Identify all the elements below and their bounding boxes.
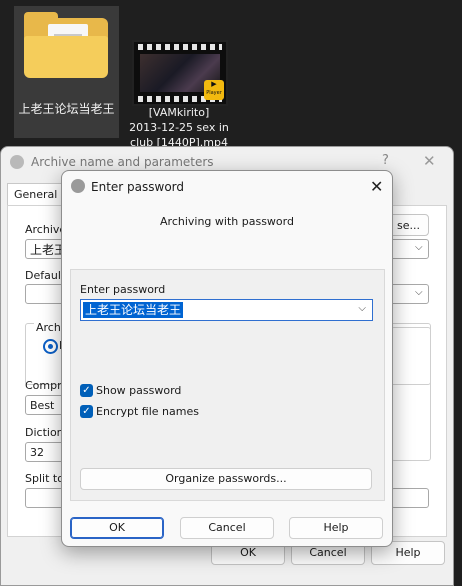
archive-name-dropdown-icon[interactable]: ⌵ — [415, 242, 423, 253]
folder-label: 上老王论坛当老王 — [18, 102, 115, 116]
password-cancel-button[interactable]: Cancel — [180, 517, 274, 539]
video-file-name-line2: 2013-12-25 sex in — [129, 121, 229, 134]
default-profile-label: Default — [25, 269, 66, 282]
password-help-button[interactable]: Help — [289, 517, 383, 539]
default-profile-dropdown-icon[interactable]: ⌵ — [415, 287, 423, 298]
password-value: 上老王论坛当老王 — [83, 302, 184, 318]
winrar-app-icon — [10, 155, 24, 169]
organize-passwords-button[interactable]: Organize passwords... — [80, 468, 372, 490]
video-file-name-line1: [VAMkirito] — [148, 106, 210, 119]
player-badge-icon: ▶ Player — [204, 80, 224, 100]
encrypt-file-names-label[interactable]: Encrypt file names — [96, 405, 199, 418]
show-password-checkbox[interactable]: ✓ — [80, 384, 93, 397]
password-dropdown-icon[interactable]: ⌵ — [358, 303, 366, 314]
encrypt-file-names-checkbox[interactable]: ✓ — [80, 405, 93, 418]
password-dialog-close-icon[interactable]: ✕ — [370, 177, 383, 196]
dictionary-select[interactable]: 32 — [25, 442, 65, 462]
enter-password-dialog: Enter password ✕ Archiving with password… — [61, 170, 393, 547]
tab-general[interactable]: General — [7, 183, 65, 206]
password-dialog-title: Enter password — [91, 180, 184, 194]
split-volumes-label: Split to — [25, 472, 64, 485]
video-thumbnail-icon: ▶ Player — [132, 40, 228, 106]
archive-dialog-title: Archive name and parameters — [31, 155, 214, 169]
archive-dialog-close-icon[interactable]: ✕ — [423, 152, 436, 170]
enter-password-label: Enter password — [80, 283, 166, 296]
archiving-with-password-text: Archiving with password — [160, 215, 294, 228]
archive-name-label: Archive — [25, 223, 67, 236]
desktop-video-file-tile[interactable]: ▶ Player [VAMkirito] 2013-12-25 sex in cl… — [124, 40, 234, 148]
right-field[interactable] — [391, 488, 429, 508]
desktop-folder-icon-tile[interactable]: 上老王论坛当老王 — [14, 6, 119, 138]
winrar-app-icon — [71, 179, 85, 193]
format-radio-button[interactable] — [43, 339, 58, 354]
help-icon[interactable]: ? — [382, 153, 389, 168]
compression-select[interactable]: Best — [25, 395, 65, 415]
show-password-label[interactable]: Show password — [96, 384, 181, 397]
password-input[interactable]: 上老王论坛当老王 ⌵ — [80, 299, 373, 321]
right-options-group — [391, 327, 431, 461]
split-volumes-input[interactable] — [25, 488, 65, 508]
password-ok-button[interactable]: OK — [70, 517, 164, 539]
